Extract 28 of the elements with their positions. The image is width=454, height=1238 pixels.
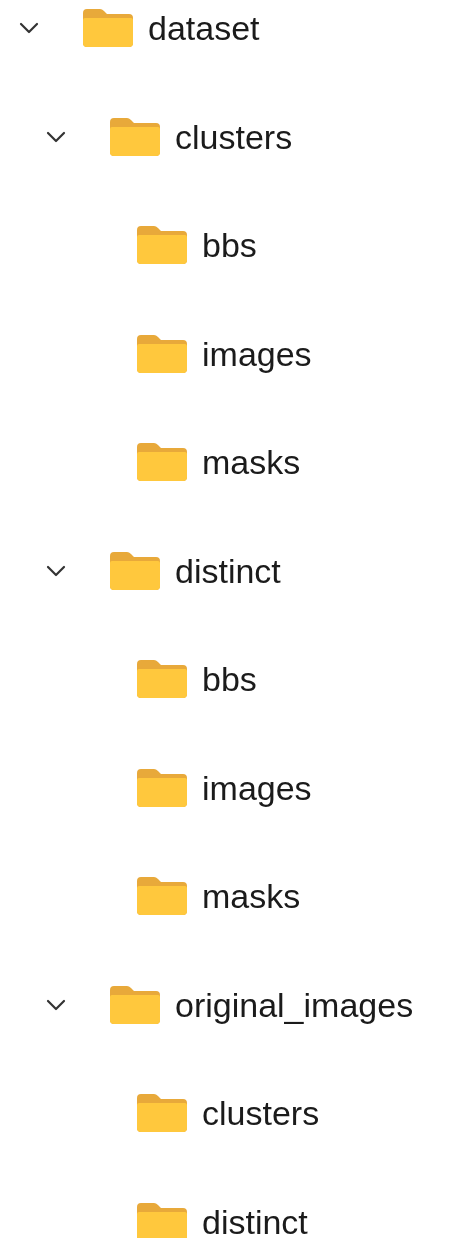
folder-name[interactable]: distinct xyxy=(175,553,281,588)
folder-icon xyxy=(137,877,187,915)
folder-icon xyxy=(137,226,187,264)
folder-icon xyxy=(137,443,187,481)
folder-name[interactable]: masks xyxy=(202,879,301,913)
folder-icon xyxy=(110,117,160,156)
chevron-icon[interactable] xyxy=(46,998,66,1011)
folder-name[interactable]: original_images xyxy=(175,987,414,1022)
folder-name[interactable]: clusters xyxy=(202,1096,320,1130)
folder-name[interactable]: distinct xyxy=(202,1204,308,1238)
folder-name[interactable]: images xyxy=(202,336,312,371)
folder-name[interactable]: clusters xyxy=(175,119,293,154)
folder-icon xyxy=(83,9,133,47)
folder-icon xyxy=(110,985,160,1024)
folder-name[interactable]: bbs xyxy=(202,228,257,262)
chevron-icon[interactable] xyxy=(46,130,66,143)
folder-icon xyxy=(137,768,187,807)
folder-icon xyxy=(137,334,187,373)
folder-icon xyxy=(137,660,187,698)
folder-name[interactable]: images xyxy=(202,770,312,805)
folder-icon xyxy=(137,1094,187,1132)
chevron-icon[interactable] xyxy=(46,564,66,577)
folder-name[interactable]: bbs xyxy=(202,662,257,696)
folder-name[interactable]: dataset xyxy=(148,11,260,45)
folder-name[interactable]: masks xyxy=(202,445,301,479)
chevron-icon[interactable] xyxy=(19,22,39,34)
folder-icon xyxy=(110,551,160,590)
folder-icon xyxy=(137,1202,187,1238)
